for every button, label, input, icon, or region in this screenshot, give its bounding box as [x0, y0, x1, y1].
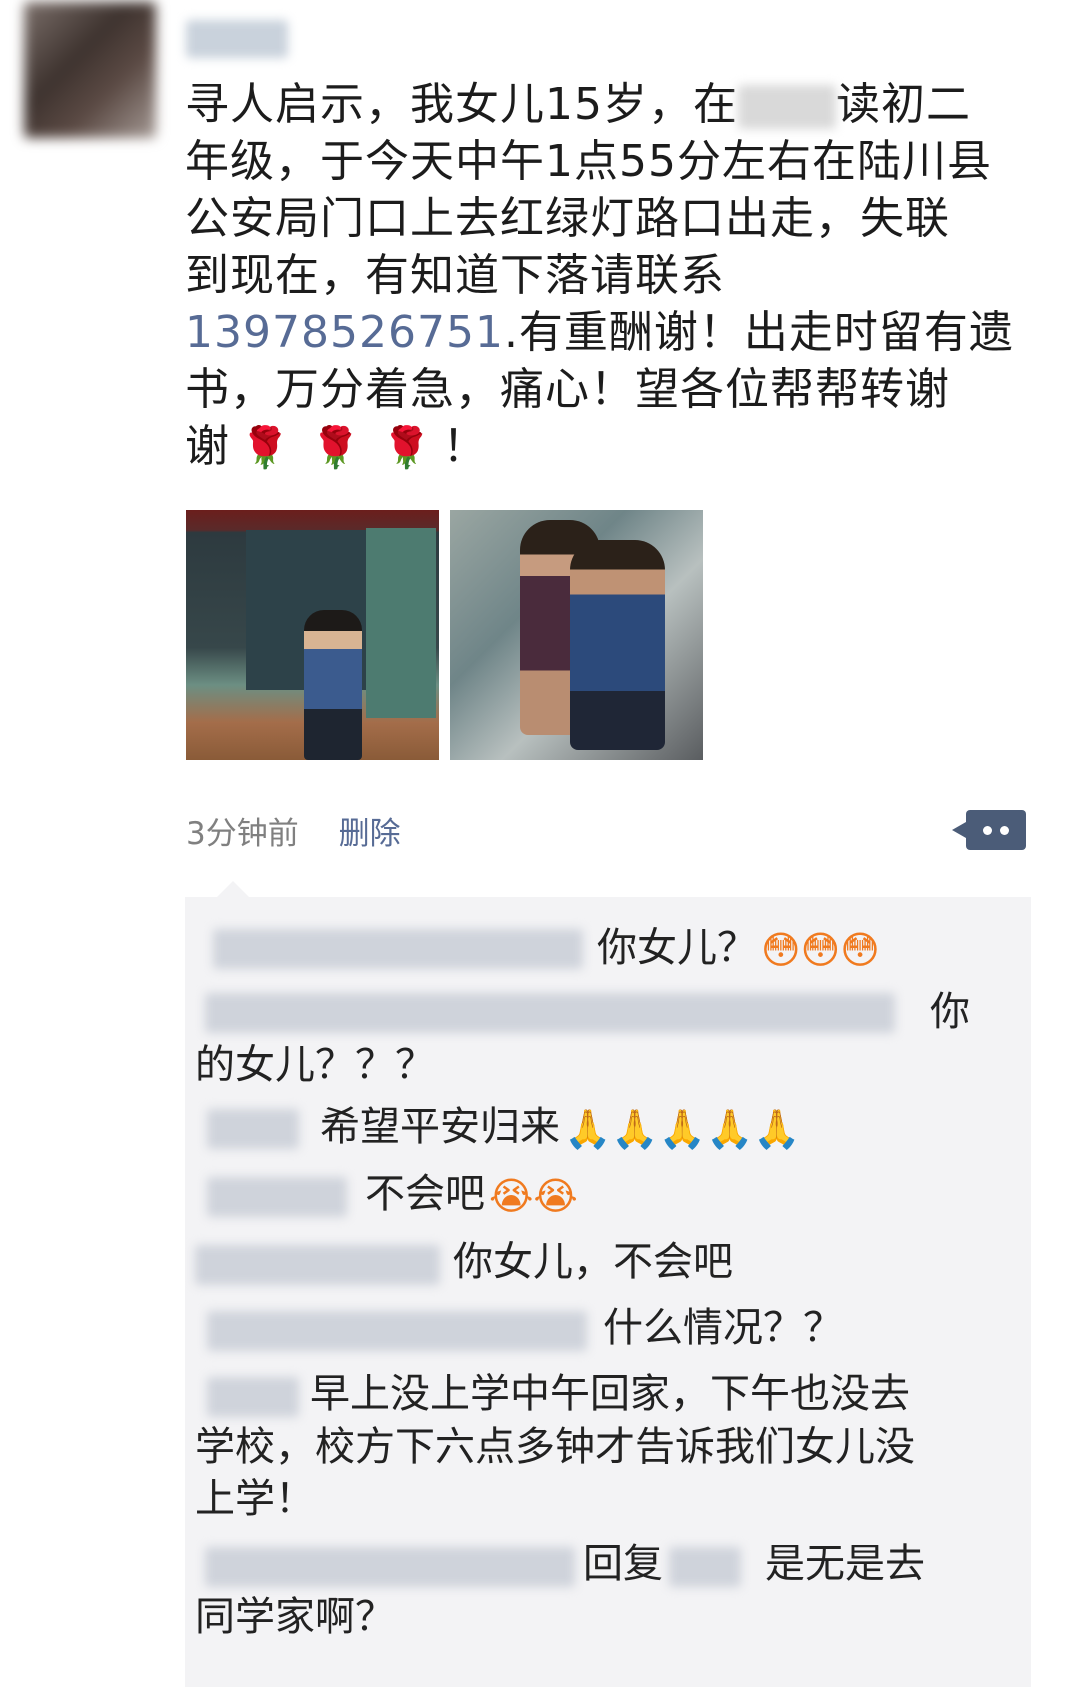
post-line: 书，万分着急，痛心！望各位帮帮转谢: [185, 364, 950, 415]
commenter-name-redacted[interactable]: [207, 1109, 299, 1149]
praying-hands-icon: 🙏🙏🙏🙏🙏: [564, 1107, 801, 1151]
rose-icon: 🌹: [240, 425, 291, 471]
comment-text: 希望平安归来 🙏🙏🙏🙏🙏: [320, 1102, 801, 1154]
post-line: 谢 🌹 🌹 🌹！: [185, 418, 1045, 477]
commenter-name-redacted[interactable]: [205, 993, 895, 1033]
phone-link[interactable]: 13978526751: [185, 307, 504, 358]
comment-text: 你女儿？ 😳😳😳: [597, 923, 880, 975]
comment-text: 什么情况？？: [603, 1305, 843, 1351]
post-meta: 3分钟前 删除: [186, 808, 401, 853]
photo-person: [304, 610, 362, 760]
comment-text: 的女儿？？？: [195, 1042, 435, 1088]
comment-text: 你女儿，不会吧: [453, 1239, 733, 1285]
post-line: 公安局门口上去红绿灯路口出走，失联: [185, 193, 950, 244]
rose-icon: 🌹: [381, 425, 433, 471]
comment-text: 上学！: [195, 1476, 315, 1522]
reply-target-redacted[interactable]: [669, 1547, 741, 1587]
commenter-name-redacted[interactable]: [207, 1311, 587, 1351]
photo-info-board: [366, 528, 436, 718]
commenter-name-redacted[interactable]: [207, 1177, 347, 1217]
comment-text: 同学家啊？: [195, 1594, 395, 1640]
comment-text: 是无是去: [765, 1541, 925, 1587]
delete-button[interactable]: 删除: [339, 816, 401, 852]
comment-text: 学校，校方下六点多钟才告诉我们女儿没: [195, 1424, 915, 1470]
post-line-text: ！: [442, 421, 488, 472]
flushed-face-icon: 😳😳😳: [761, 928, 880, 972]
commenter-name-redacted[interactable]: [205, 1547, 575, 1587]
comment-text: 你: [930, 989, 970, 1035]
reply-label: 回复: [583, 1541, 663, 1587]
post-line: 到现在，有知道下落请联系: [185, 250, 725, 301]
post-line-text: 读初二: [836, 79, 971, 130]
post-line-text: 谢: [185, 421, 230, 472]
commenter-name-redacted[interactable]: [213, 929, 583, 969]
poster-avatar[interactable]: [24, 2, 156, 138]
crying-face-icon: 😭😭: [489, 1174, 578, 1218]
post-time: 3分钟前: [186, 816, 299, 852]
poster-name-redacted[interactable]: [186, 20, 288, 58]
post-photo-1[interactable]: [186, 510, 439, 760]
post-text: 寻人启示，我女儿15岁，在 读初二 年级，于今天中午1点55分左右在陆川县 公安局…: [185, 76, 1045, 477]
comment-text: 早上没上学中午回家，下午也没去: [310, 1371, 910, 1417]
commenter-name-redacted[interactable]: [207, 1377, 299, 1417]
post-line: 13978526751.有重酬谢！出走时留有遗: [185, 304, 1045, 361]
comments-panel: 你女儿？ 😳😳😳 你 的女儿？？？ 希望平安归来 🙏🙏🙏🙏🙏 不会吧 😭😭 你女儿，不…: [185, 881, 1031, 1687]
school-name-redacted: [738, 85, 836, 129]
commenter-name-redacted[interactable]: [195, 1245, 440, 1285]
more-dots-icon[interactable]: [952, 810, 1026, 850]
rose-icon: 🌹: [310, 425, 362, 471]
post-line-text: .有重酬谢！出走时留有遗: [503, 307, 1014, 358]
post-line: 年级，于今天中午1点55分左右在陆川县: [185, 136, 992, 187]
post-photo-2[interactable]: [450, 510, 703, 760]
comment-text: 不会吧 😭😭: [365, 1169, 578, 1221]
photo-person: [570, 540, 665, 750]
post-line-text: 寻人启示，我女儿15岁，在: [185, 79, 738, 130]
post-line: 寻人启示，我女儿15岁，在 读初二: [185, 76, 1045, 133]
